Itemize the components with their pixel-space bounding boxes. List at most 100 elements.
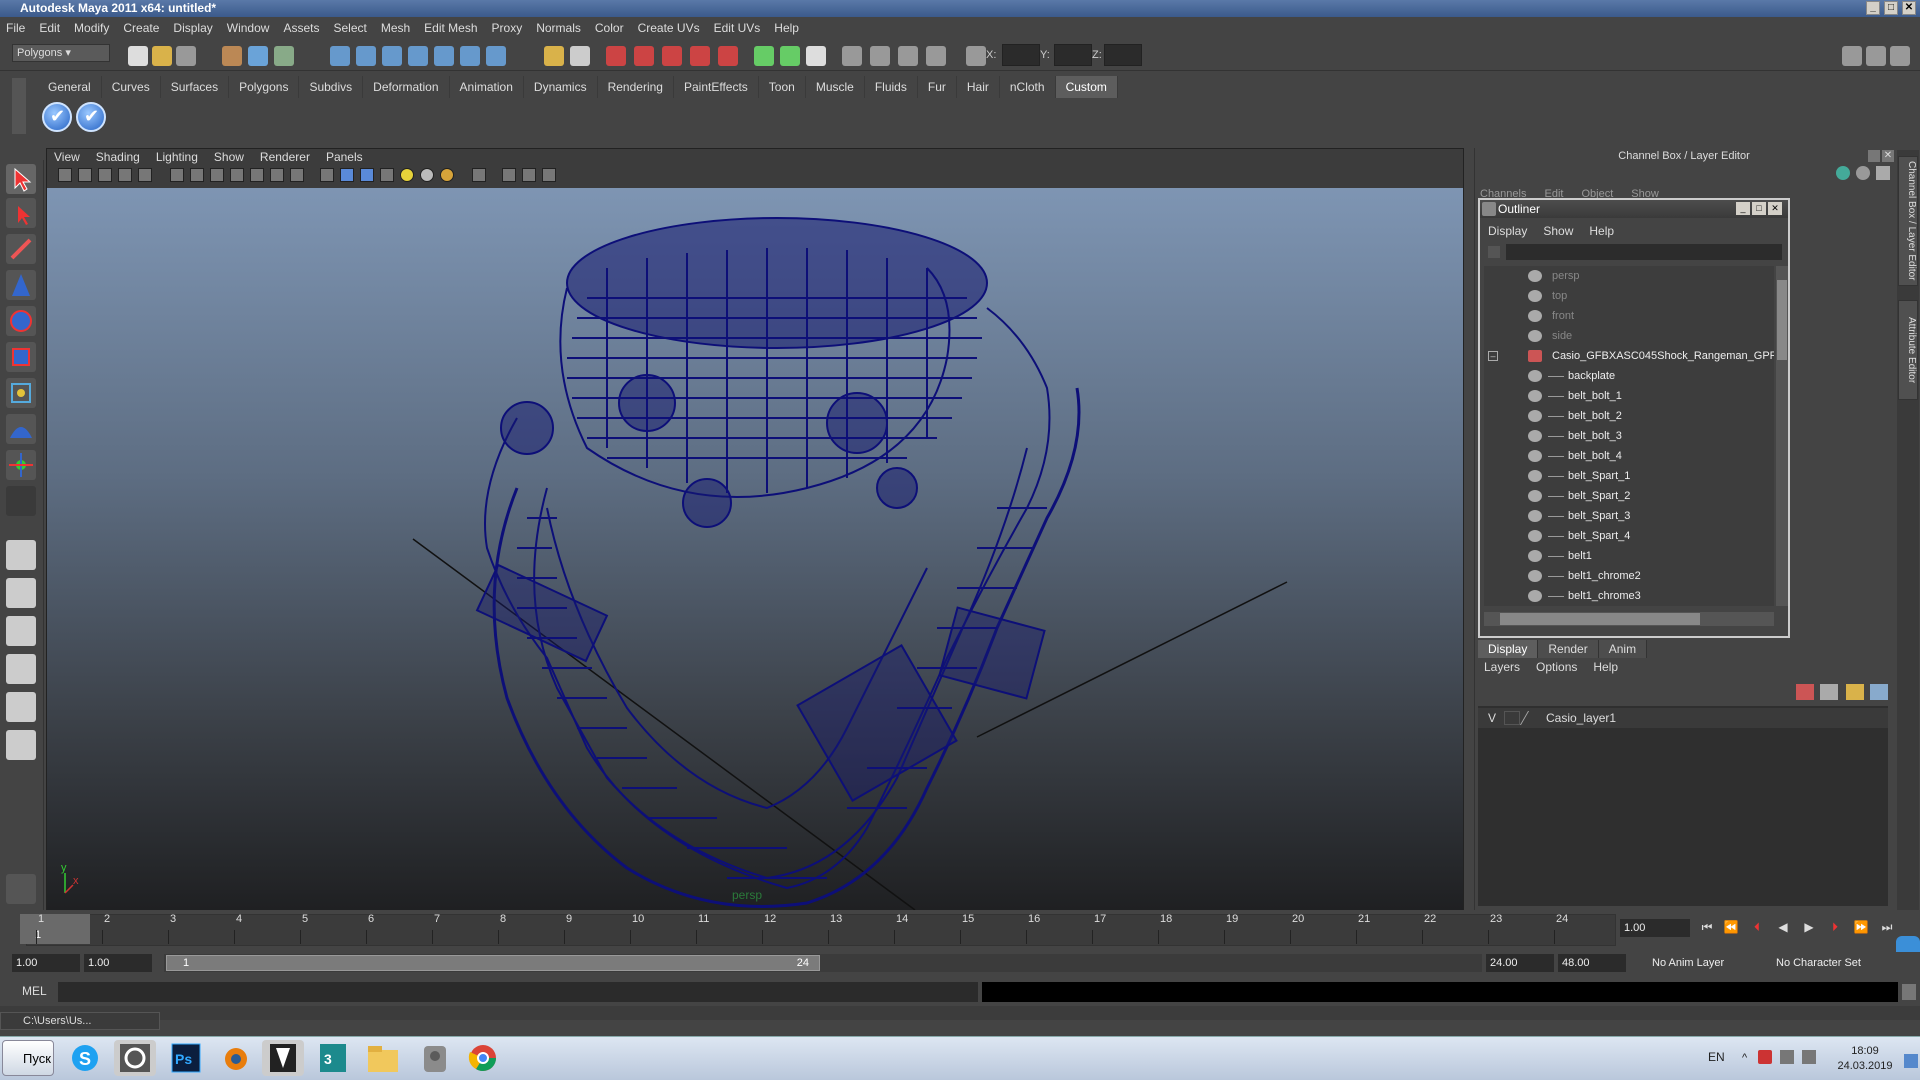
step-back-frame-icon[interactable]: ⏴ (1748, 920, 1766, 936)
skype-icon[interactable]: S (64, 1040, 106, 1076)
vp-field-chart-icon[interactable] (250, 168, 264, 182)
shelf-tab-custom[interactable]: Custom (1055, 76, 1118, 98)
current-time-marker[interactable] (20, 914, 90, 944)
render-settings-icon[interactable] (662, 46, 682, 66)
outliner-item[interactable]: belt_Spart_3 (1484, 506, 1774, 526)
gimp-icon[interactable] (414, 1040, 456, 1076)
menu-edit-uvs[interactable]: Edit UVs (714, 21, 761, 35)
vp-menu-show[interactable]: Show (214, 150, 244, 166)
shelf-tab-hair[interactable]: Hair (956, 76, 1000, 98)
outliner-item[interactable]: side (1484, 326, 1774, 346)
menu-mesh[interactable]: Mesh (381, 21, 410, 35)
outliner-item[interactable]: belt_Spart_4 (1484, 526, 1774, 546)
outliner-menu-show[interactable]: Show (1543, 224, 1573, 238)
time-ruler[interactable] (26, 914, 1616, 946)
layer-playback-toggle[interactable] (1504, 711, 1520, 725)
outliner-item[interactable]: belt1 (1484, 546, 1774, 566)
menu-assets[interactable]: Assets (283, 21, 319, 35)
anim-layer-dropdown[interactable]: No Anim Layer (1648, 954, 1758, 972)
custom-check-2-icon[interactable] (76, 102, 106, 132)
keyboard-language[interactable]: EN (1708, 1050, 1725, 1064)
select-object-icon[interactable] (248, 46, 268, 66)
layout-single-icon[interactable] (6, 540, 36, 570)
layer-tab-anim[interactable]: Anim (1598, 640, 1648, 658)
menu-modify[interactable]: Modify (74, 21, 109, 35)
show-manipulator-icon[interactable] (6, 450, 36, 480)
side-tab-attribute-editor[interactable]: Attribute Editor (1898, 300, 1918, 400)
layout-graph-icon[interactable] (6, 654, 36, 684)
animation-start-field[interactable]: 1.00 (12, 954, 80, 972)
maximize-button[interactable]: □ (1884, 1, 1898, 15)
vp-camera-select-icon[interactable] (58, 168, 72, 182)
outliner-item[interactable]: belt_bolt_1 (1484, 386, 1774, 406)
tray-network-icon[interactable] (1780, 1050, 1794, 1064)
shelf-tab-toon[interactable]: Toon (758, 76, 806, 98)
outliner-item[interactable]: – Casio_GFBXASC045Shock_Rangeman_GPR_E (1484, 346, 1774, 366)
minimize-button[interactable]: _ (1866, 1, 1880, 15)
ipr-render-icon[interactable] (634, 46, 654, 66)
outliner-filter-icon[interactable] (1488, 246, 1500, 258)
3dsmax-icon[interactable]: 3 (312, 1040, 354, 1076)
snap-point-icon[interactable] (382, 46, 402, 66)
shelf-tab-muscle[interactable]: Muscle (805, 76, 865, 98)
vp-2d-pan-icon[interactable] (138, 168, 152, 182)
vp-wireframe-icon[interactable] (320, 168, 334, 182)
new-scene-icon[interactable] (128, 46, 148, 66)
lasso-tool-icon[interactable] (6, 198, 36, 228)
hypershade-icon[interactable] (690, 46, 710, 66)
go-to-start-icon[interactable]: ⏮ (1698, 920, 1716, 936)
vp-safe-action-icon[interactable] (270, 168, 284, 182)
animation-end-field[interactable]: 48.00 (1558, 954, 1626, 972)
outliner-menu-display[interactable]: Display (1488, 224, 1527, 238)
3d-viewport[interactable]: y x persp (47, 188, 1463, 910)
vp-hud-icon[interactable] (522, 168, 536, 182)
outliner-search-field[interactable] (1506, 244, 1782, 260)
move-layer-up-icon[interactable] (1846, 684, 1864, 700)
outliner-item[interactable]: belt_bolt_3 (1484, 426, 1774, 446)
script-editor-icon[interactable] (1902, 984, 1916, 1000)
start-button[interactable]: Пуск (2, 1040, 54, 1076)
camera-2-icon[interactable] (870, 46, 890, 66)
menu-file[interactable]: File (6, 21, 25, 35)
shelf-tab-fluids[interactable]: Fluids (864, 76, 918, 98)
system-clock[interactable]: 18:09 24.03.2019 (1830, 1044, 1900, 1074)
shelf-tab-painteffects[interactable]: PaintEffects (673, 76, 759, 98)
select-hierarchy-icon[interactable] (222, 46, 242, 66)
outliner-item[interactable]: persp (1484, 266, 1774, 286)
soft-mod-tool-icon[interactable] (6, 414, 36, 444)
attribute-editor-toggle-icon[interactable] (1842, 46, 1862, 66)
help-query-icon[interactable] (486, 46, 506, 66)
menu-color[interactable]: Color (595, 21, 624, 35)
sidebar-toggle-icon[interactable] (806, 46, 826, 66)
scale-tool-icon[interactable] (6, 342, 36, 372)
layer-row[interactable]: V Casio_layer1 (1478, 708, 1888, 728)
vp-camera-attr-icon[interactable] (78, 168, 92, 182)
move-layer-down-icon[interactable] (1870, 684, 1888, 700)
layer-tab-display[interactable]: Display (1478, 640, 1539, 658)
tray-volume-icon[interactable] (1802, 1050, 1816, 1064)
outliner-item[interactable]: top (1484, 286, 1774, 306)
shelf-tab-dynamics[interactable]: Dynamics (523, 76, 598, 98)
layer-color-icon[interactable] (1519, 711, 1543, 725)
range-slider-handle[interactable]: 1 24 (166, 955, 820, 971)
x-field[interactable] (1002, 44, 1040, 66)
layer-visibility-toggle[interactable]: V (1488, 708, 1496, 728)
play-forward-icon[interactable]: ▶ (1800, 920, 1818, 936)
paint-select-tool-icon[interactable] (6, 234, 36, 264)
vp-shadows-icon[interactable] (440, 168, 454, 182)
vp-safe-title-icon[interactable] (290, 168, 304, 182)
collapse-toggle[interactable]: – (1488, 351, 1498, 361)
vp-menu-shading[interactable]: Shading (96, 150, 140, 166)
vp-xray-icon[interactable] (472, 168, 486, 182)
shelf-menu-handle[interactable] (12, 78, 26, 134)
vp-menu-view[interactable]: View (54, 150, 80, 166)
explorer-icon[interactable] (362, 1040, 404, 1076)
rotate-tool-icon[interactable] (6, 306, 36, 336)
vp-default-light-icon[interactable] (400, 168, 414, 182)
layer-menu-help[interactable]: Help (1593, 660, 1618, 674)
input-line-icon[interactable] (754, 46, 774, 66)
save-scene-icon[interactable] (176, 46, 196, 66)
shelf-tab-fur[interactable]: Fur (917, 76, 957, 98)
layer-menu-layers[interactable]: Layers (1484, 660, 1520, 674)
character-set-dropdown[interactable]: No Character Set (1772, 954, 1882, 972)
